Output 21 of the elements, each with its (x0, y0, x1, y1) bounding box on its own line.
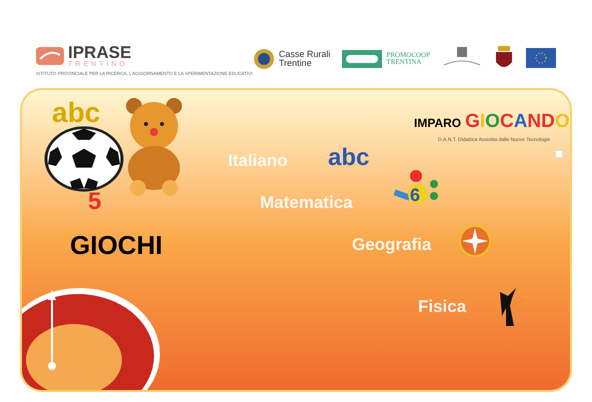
app-title-colored: GIOCANDO (465, 110, 570, 134)
settings-checkbox-icon[interactable] (555, 150, 563, 158)
subject-link[interactable]: Matematica (260, 190, 353, 216)
logo-icon (36, 47, 64, 65)
sponsor-name: Casse Rurali (278, 50, 330, 59)
flag-logo-icon (526, 48, 556, 70)
app-title: IMPARO (414, 115, 462, 132)
compass-icon (458, 222, 492, 258)
subject-link[interactable]: Italiano (228, 148, 288, 174)
games-title[interactable]: GIOCHI (70, 226, 162, 265)
logo-name: IPRASE (68, 44, 132, 61)
banner-logo-icon (342, 50, 382, 68)
subject-link[interactable]: Geografia (352, 232, 432, 258)
sponsor-name: Trentine (278, 59, 313, 68)
decor-letters: abc (52, 96, 100, 130)
subject-link[interactable]: Fisica (418, 294, 466, 320)
seal-logo-icon (252, 48, 275, 70)
soccer-ball-icon (44, 126, 124, 192)
letters-icon-text: abc (328, 144, 370, 171)
number-text: 6 (410, 184, 420, 207)
games-count: 5 (88, 190, 102, 214)
